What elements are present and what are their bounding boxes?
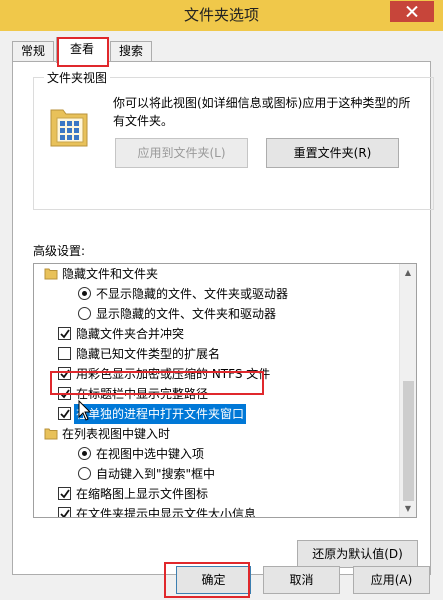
checkbox[interactable] (58, 387, 71, 400)
list-item-label: 在列表视图中键入时 (62, 427, 171, 441)
close-icon (406, 6, 418, 17)
title-bar: 文件夹选项 (0, 0, 443, 31)
list-item-label: 用彩色显示加密或压缩的 NTFS 文件 (76, 367, 271, 381)
apply-to-folders-button[interactable]: 应用到文件夹(L) (115, 138, 248, 168)
folder-views-description: 你可以将此视图(如详细信息或图标)应用于这种类型的所有文件夹。 (113, 96, 411, 128)
close-button[interactable] (390, 1, 434, 22)
folder-icon (44, 428, 58, 440)
apply-button[interactable]: 应用(A) (353, 566, 430, 594)
list-item-hidden-files-folder: 隐藏文件和文件夹 (34, 264, 400, 284)
radio-button[interactable] (78, 307, 91, 320)
checkbox[interactable] (58, 487, 71, 500)
scroll-down-arrow-icon[interactable]: ▼ (400, 500, 416, 517)
advanced-settings-list[interactable]: 隐藏文件和文件夹 不显示隐藏的文件、文件夹或驱动器 显示隐藏的文件、文件夹和驱动… (33, 263, 417, 518)
list-item-label: 隐藏文件夹合并冲突 (76, 327, 185, 341)
list-item-checkbox[interactable]: 在文件夹提示中显示文件大小信息 (34, 504, 400, 518)
checkbox[interactable] (58, 407, 71, 420)
cancel-button[interactable]: 取消 (263, 566, 340, 594)
checkbox[interactable] (58, 507, 71, 517)
scroll-up-arrow-icon[interactable]: ▲ (400, 264, 416, 281)
list-item-typing-folder: 在列表视图中键入时 (34, 424, 400, 444)
list-item-label: 显示隐藏的文件、文件夹和驱动器 (96, 307, 277, 321)
advanced-settings-label: 高级设置: (33, 244, 86, 258)
tab-view[interactable]: 查看 (56, 37, 108, 63)
folder-view-icon (49, 104, 89, 151)
list-item-checkbox[interactable]: 隐藏文件夹合并冲突 (34, 324, 400, 344)
ok-button[interactable]: 确定 (176, 566, 251, 594)
list-item-label: 自动键入到"搜索"框中 (96, 467, 216, 481)
checkbox[interactable] (58, 327, 71, 340)
view-tab-panel: 文件夹视图 你可以将此视图(如详细信息或图标)应用于这种类型的所有文件夹。 应用… (12, 61, 434, 575)
folder-views-title: 文件夹视图 (44, 69, 111, 86)
folder-icon (44, 268, 58, 280)
list-item-radio[interactable]: 在视图中选中键入项 (34, 444, 400, 464)
checkbox[interactable] (58, 367, 71, 380)
list-item-checkbox[interactable]: 在缩略图上显示文件图标 (34, 484, 400, 504)
list-item-checkbox[interactable]: 用彩色显示加密或压缩的 NTFS 文件 (34, 364, 400, 384)
checkbox[interactable] (58, 347, 71, 360)
dialog-body: 常规 查看 搜索 文件夹视图 你可以将此视图(如详细信息或图标)应用于这种类型的… (0, 31, 443, 600)
tab-general[interactable]: 常规 (12, 41, 54, 62)
list-item-label: 不显示隐藏的文件、文件夹或驱动器 (96, 287, 289, 301)
mouse-cursor-icon (78, 400, 92, 421)
reset-folders-button[interactable]: 重置文件夹(R) (266, 138, 399, 168)
radio-button[interactable] (78, 287, 91, 300)
list-item-label: 在文件夹提示中显示文件大小信息 (76, 507, 257, 518)
restore-defaults-button[interactable]: 还原为默认值(D) (297, 540, 418, 568)
list-item-checkbox[interactable]: 隐藏已知文件类型的扩展名 (34, 344, 400, 364)
list-item-label: 在标题栏中显示完整路径 (76, 387, 209, 401)
list-item-label: 在单独的进程中打开文件夹窗口 (74, 404, 247, 424)
scrollbar-thumb[interactable] (403, 381, 414, 501)
list-item-radio[interactable]: 显示隐藏的文件、文件夹和驱动器 (34, 304, 400, 324)
radio-button[interactable] (78, 447, 91, 460)
list-item-label: 隐藏已知文件类型的扩展名 (76, 347, 221, 361)
list-item-label: 在视图中选中键入项 (96, 447, 205, 461)
list-item-label: 在缩略图上显示文件图标 (76, 487, 209, 501)
tab-search[interactable]: 搜索 (110, 41, 152, 62)
window-title: 文件夹选项 (183, 6, 259, 24)
list-item-label: 隐藏文件和文件夹 (62, 267, 159, 281)
list-item-radio[interactable]: 不显示隐藏的文件、文件夹或驱动器 (34, 284, 400, 304)
list-item-radio[interactable]: 自动键入到"搜索"框中 (34, 464, 400, 484)
radio-button[interactable] (78, 467, 91, 480)
vertical-scrollbar[interactable]: ▲ ▼ (399, 264, 416, 517)
